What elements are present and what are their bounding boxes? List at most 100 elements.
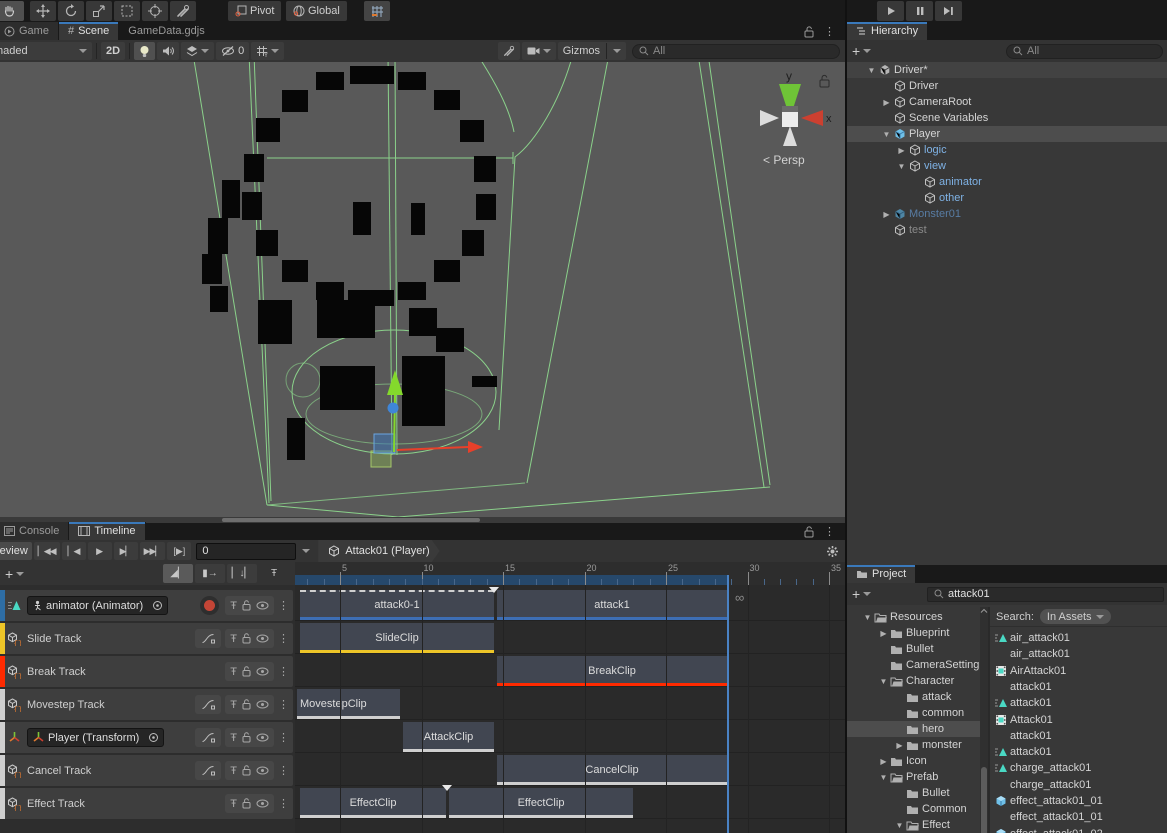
search-result-item[interactable]: effect_attack01_02 bbox=[994, 826, 1167, 833]
expand-arrow-icon[interactable]: ▶ bbox=[893, 741, 906, 750]
timeline-menu-icon[interactable]: ⋮ bbox=[824, 525, 835, 538]
expand-arrow-icon[interactable]: ▼ bbox=[877, 773, 890, 782]
axis-x-cone[interactable] bbox=[801, 110, 823, 126]
project-folder-character[interactable]: ▼Character bbox=[847, 673, 988, 689]
curves-toggle-button[interactable] bbox=[195, 629, 221, 648]
scroll-up-icon[interactable] bbox=[980, 607, 988, 615]
add-object-button[interactable]: + bbox=[852, 43, 860, 59]
project-folder-blueprint[interactable]: ▶Blueprint bbox=[847, 625, 988, 641]
hidden-objects-toggle[interactable]: 0 bbox=[216, 42, 249, 60]
track-menu-icon[interactable]: ⋮ bbox=[278, 698, 289, 711]
track-header-movestep-track[interactable]: {}Movestep TrackŦ⋮ bbox=[0, 689, 293, 720]
expand-arrow-icon[interactable]: ▶ bbox=[880, 210, 893, 219]
curves-toggle-button[interactable] bbox=[195, 728, 221, 747]
chevron-down-icon[interactable] bbox=[863, 592, 871, 596]
search-result-item[interactable]: attack01 bbox=[994, 744, 1167, 760]
tab-game[interactable]: Game bbox=[0, 22, 59, 40]
pause-button[interactable] bbox=[906, 1, 933, 21]
search-result-item[interactable]: attack01 bbox=[994, 695, 1167, 711]
hierarchy-item-test[interactable]: test bbox=[847, 222, 1167, 238]
track-lane[interactable]: BreakClip bbox=[295, 656, 845, 687]
replace-mode-button[interactable]: ▏↓▏ bbox=[227, 564, 257, 583]
expand-arrow-icon[interactable]: ▼ bbox=[880, 130, 893, 139]
track-menu-icon[interactable]: ⋮ bbox=[278, 731, 289, 744]
effects-dropdown[interactable] bbox=[181, 42, 214, 60]
expand-arrow-icon[interactable]: ▶ bbox=[880, 98, 893, 107]
hierarchy-item-driver-[interactable]: ▼Driver* bbox=[847, 62, 1167, 78]
search-result-item[interactable]: air_attack01 bbox=[994, 630, 1167, 646]
project-folder-prefab[interactable]: ▼Prefab bbox=[847, 769, 988, 785]
project-folder-bullet[interactable]: Bullet bbox=[847, 641, 988, 657]
project-folder-camerasetting[interactable]: CameraSetting bbox=[847, 657, 988, 673]
play-range-toggle[interactable]: [▶] bbox=[167, 542, 191, 560]
timeline-clip-cancelclip[interactable]: CancelClip bbox=[497, 755, 727, 785]
project-folder-resources[interactable]: ▼Resources bbox=[847, 609, 988, 625]
timeline-clip-attackclip[interactable]: AttackClip bbox=[403, 722, 494, 752]
track-menu-icon[interactable]: ⋮ bbox=[278, 764, 289, 777]
track-menu-icon[interactable]: ⋮ bbox=[278, 665, 289, 678]
global-toggle-button[interactable]: Global bbox=[286, 1, 347, 21]
timeline-clip-attack1[interactable]: attack1 bbox=[497, 590, 727, 620]
scene-camera-dropdown[interactable] bbox=[522, 42, 556, 60]
project-search-input[interactable]: attack01 bbox=[927, 587, 1164, 602]
track-header-cancel-track[interactable]: {}Cancel TrackŦ⋮ bbox=[0, 755, 293, 786]
mix-mode-button[interactable]: ◢▏ bbox=[163, 564, 193, 583]
pin-icon[interactable]: Ŧ bbox=[230, 765, 237, 777]
expand-arrow-icon[interactable]: ▼ bbox=[877, 677, 890, 686]
gizmo-y-arrowhead[interactable] bbox=[387, 370, 403, 395]
track-menu-icon[interactable]: ⋮ bbox=[278, 797, 289, 810]
step-button[interactable] bbox=[935, 1, 962, 21]
preview-toggle[interactable]: review bbox=[0, 542, 32, 560]
gizmo-cube[interactable] bbox=[782, 112, 798, 127]
eye-icon[interactable] bbox=[256, 799, 269, 808]
search-result-item[interactable]: attack01 bbox=[994, 679, 1167, 695]
eye-icon[interactable] bbox=[256, 667, 269, 676]
track-object-field[interactable]: animator (Animator) bbox=[27, 596, 168, 615]
object-picker-icon[interactable] bbox=[148, 732, 159, 743]
timeline-breadcrumb[interactable]: Attack01 (Player) bbox=[318, 540, 439, 562]
pin-icon[interactable]: Ŧ bbox=[230, 633, 237, 645]
search-result-item[interactable]: AirAttack01 bbox=[994, 663, 1167, 679]
gizmos-dropdown[interactable]: Gizmos bbox=[558, 42, 626, 60]
project-folder-effect[interactable]: ▼Effect bbox=[847, 817, 988, 833]
tab-scene[interactable]: # Scene bbox=[59, 22, 119, 40]
expand-arrow-icon[interactable]: ▼ bbox=[893, 821, 906, 830]
pin-icon[interactable]: Ŧ bbox=[230, 699, 237, 711]
expand-arrow-icon[interactable]: ▼ bbox=[861, 613, 874, 622]
hierarchy-item-logic[interactable]: ▶logic bbox=[847, 142, 1167, 158]
transform-tool-button[interactable] bbox=[142, 1, 168, 21]
track-header-animator-animator-[interactable]: animator (Animator)Ŧ⋮ bbox=[0, 590, 293, 621]
audio-toggle[interactable] bbox=[157, 42, 179, 60]
axis-negy-cone[interactable] bbox=[783, 126, 797, 146]
search-result-item[interactable]: effect_attack01_01 bbox=[994, 809, 1167, 825]
marker-toggle[interactable]: Ŧ bbox=[259, 564, 289, 583]
custom-tool-button[interactable] bbox=[170, 1, 196, 21]
track-menu-icon[interactable]: ⋮ bbox=[278, 599, 289, 612]
project-folder-monster[interactable]: ▶monster bbox=[847, 737, 988, 753]
eye-icon[interactable] bbox=[256, 700, 269, 709]
2d-toggle[interactable]: 2D bbox=[101, 42, 125, 60]
scene-viewport[interactable]: y x < Persp bbox=[0, 62, 845, 517]
axis-negx-cone[interactable] bbox=[760, 110, 779, 126]
timeline-clip-attack0-1[interactable]: attack0-1 bbox=[300, 590, 494, 620]
unlock-icon[interactable] bbox=[804, 26, 814, 38]
scale-tool-button[interactable] bbox=[86, 1, 112, 21]
timeline-settings-button[interactable] bbox=[826, 545, 839, 558]
object-picker-icon[interactable] bbox=[152, 600, 163, 611]
grid-visibility-dropdown[interactable]: Y bbox=[251, 42, 284, 60]
hierarchy-search-input[interactable]: All bbox=[1006, 44, 1163, 59]
hierarchy-item-driver[interactable]: Driver bbox=[847, 78, 1167, 94]
tab-timeline[interactable]: Timeline bbox=[69, 522, 145, 540]
expand-arrow-icon[interactable]: ▼ bbox=[895, 162, 908, 171]
timeline-clip-movestepclip[interactable]: MovestepClip bbox=[297, 689, 400, 719]
next-frame-button[interactable]: ▶▏ bbox=[114, 542, 138, 560]
timeline-play-button[interactable]: ▶ bbox=[88, 542, 112, 560]
search-result-item[interactable]: air_attack01 bbox=[994, 646, 1167, 662]
hierarchy-item-other[interactable]: other bbox=[847, 190, 1167, 206]
track-menu-icon[interactable]: ⋮ bbox=[278, 632, 289, 645]
search-result-item[interactable]: attack01 bbox=[994, 728, 1167, 744]
hand-tool-button[interactable] bbox=[0, 1, 24, 21]
rect-tool-button[interactable] bbox=[114, 1, 140, 21]
scene-menu-icon[interactable]: ⋮ bbox=[824, 25, 835, 38]
goto-start-button[interactable]: ▏◀◀ bbox=[34, 542, 60, 560]
